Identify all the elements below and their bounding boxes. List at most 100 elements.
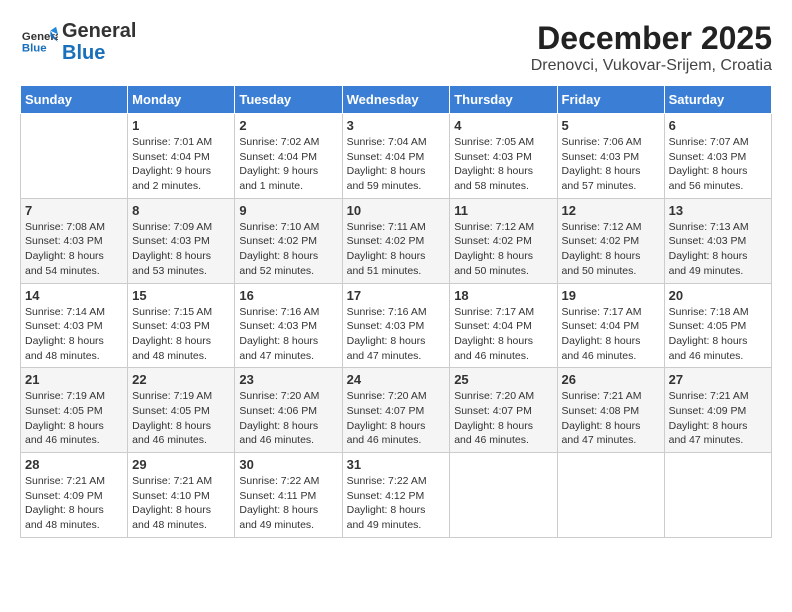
calendar-cell: 20 Sunrise: 7:18 AM Sunset: 4:05 PM Dayl… [664,283,771,368]
daylight-label: Daylight: 8 hours and 47 minutes. [562,420,641,447]
day-number: 10 [347,203,446,218]
calendar-cell: 10 Sunrise: 7:11 AM Sunset: 4:02 PM Dayl… [342,198,450,283]
sunrise-label: Sunrise: 7:16 AM [239,306,319,318]
day-number: 1 [132,118,230,133]
sunrise-label: Sunrise: 7:06 AM [562,136,642,148]
sunrise-label: Sunrise: 7:10 AM [239,221,319,233]
calendar-cell: 31 Sunrise: 7:22 AM Sunset: 4:12 PM Dayl… [342,453,450,538]
day-info: Sunrise: 7:07 AM Sunset: 4:03 PM Dayligh… [669,135,767,194]
daylight-label: Daylight: 8 hours and 46 minutes. [239,420,318,447]
daylight-label: Daylight: 8 hours and 46 minutes. [454,420,533,447]
day-number: 21 [25,372,123,387]
calendar-cell: 12 Sunrise: 7:12 AM Sunset: 4:02 PM Dayl… [557,198,664,283]
calendar-cell: 7 Sunrise: 7:08 AM Sunset: 4:03 PM Dayli… [21,198,128,283]
sunset-label: Sunset: 4:02 PM [454,235,532,247]
sunrise-label: Sunrise: 7:18 AM [669,306,749,318]
sunset-label: Sunset: 4:09 PM [669,405,747,417]
day-info: Sunrise: 7:17 AM Sunset: 4:04 PM Dayligh… [454,305,552,364]
day-info: Sunrise: 7:12 AM Sunset: 4:02 PM Dayligh… [562,220,660,279]
day-info: Sunrise: 7:21 AM Sunset: 4:10 PM Dayligh… [132,474,230,533]
daylight-label: Daylight: 8 hours and 46 minutes. [669,335,748,362]
day-number: 17 [347,288,446,303]
day-info: Sunrise: 7:13 AM Sunset: 4:03 PM Dayligh… [669,220,767,279]
daylight-label: Daylight: 8 hours and 47 minutes. [239,335,318,362]
daylight-label: Daylight: 8 hours and 46 minutes. [347,420,426,447]
header-day-tuesday: Tuesday [235,86,342,114]
daylight-label: Daylight: 8 hours and 49 minutes. [347,504,426,531]
calendar-cell: 9 Sunrise: 7:10 AM Sunset: 4:02 PM Dayli… [235,198,342,283]
daylight-label: Daylight: 8 hours and 47 minutes. [669,420,748,447]
sunset-label: Sunset: 4:04 PM [132,151,210,163]
day-number: 15 [132,288,230,303]
daylight-label: Daylight: 8 hours and 57 minutes. [562,165,641,192]
daylight-label: Daylight: 8 hours and 48 minutes. [25,335,104,362]
calendar-cell: 15 Sunrise: 7:15 AM Sunset: 4:03 PM Dayl… [128,283,235,368]
day-number: 3 [347,118,446,133]
sunset-label: Sunset: 4:02 PM [347,235,425,247]
calendar-cell: 4 Sunrise: 7:05 AM Sunset: 4:03 PM Dayli… [450,114,557,199]
calendar-header-row: SundayMondayTuesdayWednesdayThursdayFrid… [21,86,772,114]
header-day-saturday: Saturday [664,86,771,114]
day-info: Sunrise: 7:18 AM Sunset: 4:05 PM Dayligh… [669,305,767,364]
daylight-label: Daylight: 8 hours and 59 minutes. [347,165,426,192]
calendar-cell: 30 Sunrise: 7:22 AM Sunset: 4:11 PM Dayl… [235,453,342,538]
day-number: 9 [239,203,337,218]
day-info: Sunrise: 7:20 AM Sunset: 4:07 PM Dayligh… [347,389,446,448]
day-number: 26 [562,372,660,387]
calendar-cell: 2 Sunrise: 7:02 AM Sunset: 4:04 PM Dayli… [235,114,342,199]
day-number: 11 [454,203,552,218]
sunrise-label: Sunrise: 7:22 AM [239,475,319,487]
sunset-label: Sunset: 4:06 PM [239,405,317,417]
sunrise-label: Sunrise: 7:19 AM [25,390,105,402]
day-info: Sunrise: 7:21 AM Sunset: 4:09 PM Dayligh… [669,389,767,448]
header-day-wednesday: Wednesday [342,86,450,114]
daylight-label: Daylight: 9 hours and 2 minutes. [132,165,211,192]
day-number: 24 [347,372,446,387]
daylight-label: Daylight: 8 hours and 46 minutes. [562,335,641,362]
sunset-label: Sunset: 4:07 PM [347,405,425,417]
page-header: General Blue General Blue December 2025 … [20,20,772,75]
logo-line1: General [62,20,136,42]
day-number: 14 [25,288,123,303]
daylight-label: Daylight: 8 hours and 50 minutes. [454,250,533,277]
sunrise-label: Sunrise: 7:17 AM [454,306,534,318]
day-info: Sunrise: 7:19 AM Sunset: 4:05 PM Dayligh… [132,389,230,448]
sunrise-label: Sunrise: 7:21 AM [669,390,749,402]
sunrise-label: Sunrise: 7:21 AM [132,475,212,487]
day-number: 7 [25,203,123,218]
month-title: December 2025 [531,20,772,57]
daylight-label: Daylight: 8 hours and 46 minutes. [25,420,104,447]
calendar-week-row: 7 Sunrise: 7:08 AM Sunset: 4:03 PM Dayli… [21,198,772,283]
daylight-label: Daylight: 8 hours and 51 minutes. [347,250,426,277]
sunset-label: Sunset: 4:03 PM [669,235,747,247]
day-number: 18 [454,288,552,303]
day-info: Sunrise: 7:14 AM Sunset: 4:03 PM Dayligh… [25,305,123,364]
calendar-week-row: 28 Sunrise: 7:21 AM Sunset: 4:09 PM Dayl… [21,453,772,538]
calendar-cell: 23 Sunrise: 7:20 AM Sunset: 4:06 PM Dayl… [235,368,342,453]
day-number: 13 [669,203,767,218]
daylight-label: Daylight: 8 hours and 48 minutes. [132,335,211,362]
day-number: 29 [132,457,230,472]
sunrise-label: Sunrise: 7:13 AM [669,221,749,233]
sunrise-label: Sunrise: 7:15 AM [132,306,212,318]
calendar-cell: 5 Sunrise: 7:06 AM Sunset: 4:03 PM Dayli… [557,114,664,199]
sunset-label: Sunset: 4:05 PM [669,320,747,332]
calendar-cell: 1 Sunrise: 7:01 AM Sunset: 4:04 PM Dayli… [128,114,235,199]
sunset-label: Sunset: 4:04 PM [239,151,317,163]
daylight-label: Daylight: 8 hours and 54 minutes. [25,250,104,277]
day-info: Sunrise: 7:22 AM Sunset: 4:12 PM Dayligh… [347,474,446,533]
calendar-cell: 22 Sunrise: 7:19 AM Sunset: 4:05 PM Dayl… [128,368,235,453]
calendar-cell: 17 Sunrise: 7:16 AM Sunset: 4:03 PM Dayl… [342,283,450,368]
day-info: Sunrise: 7:20 AM Sunset: 4:06 PM Dayligh… [239,389,337,448]
sunset-label: Sunset: 4:03 PM [132,235,210,247]
day-info: Sunrise: 7:15 AM Sunset: 4:03 PM Dayligh… [132,305,230,364]
logo-icon: General Blue [20,23,58,61]
sunset-label: Sunset: 4:02 PM [562,235,640,247]
calendar-cell: 24 Sunrise: 7:20 AM Sunset: 4:07 PM Dayl… [342,368,450,453]
day-info: Sunrise: 7:17 AM Sunset: 4:04 PM Dayligh… [562,305,660,364]
day-number: 8 [132,203,230,218]
logo-line2: Blue [62,42,136,64]
sunrise-label: Sunrise: 7:12 AM [454,221,534,233]
header-day-monday: Monday [128,86,235,114]
daylight-label: Daylight: 8 hours and 48 minutes. [25,504,104,531]
